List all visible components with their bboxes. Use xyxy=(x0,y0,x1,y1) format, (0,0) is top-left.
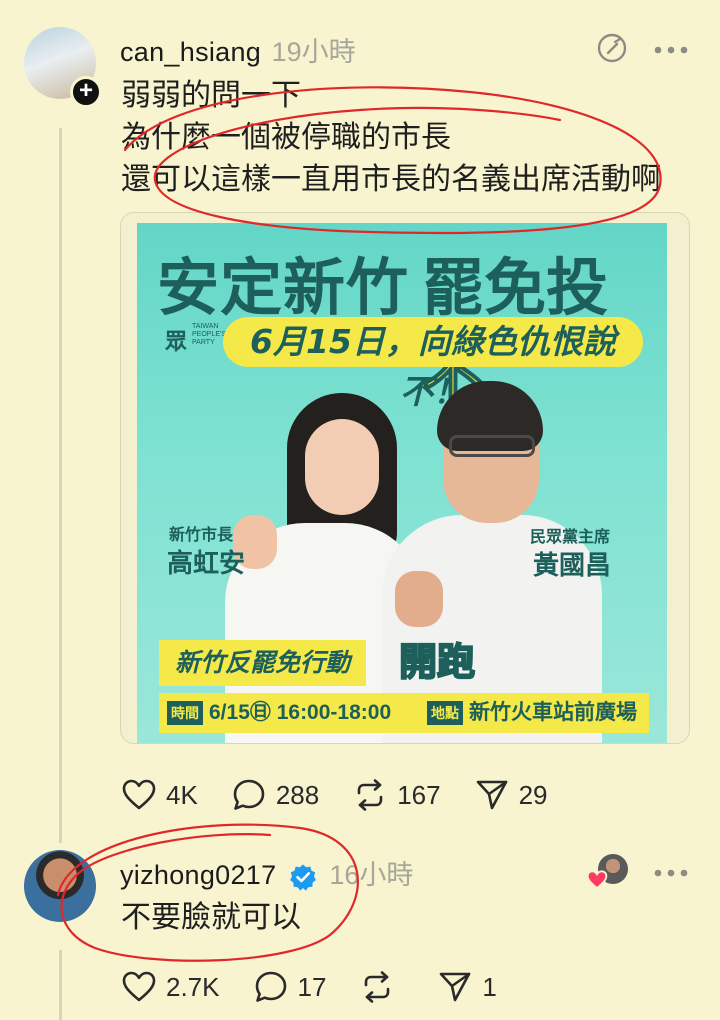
person-left-face xyxy=(305,419,379,515)
heart-icon xyxy=(122,779,156,810)
reply-avatar[interactable] xyxy=(24,850,96,922)
post-image[interactable]: 安定新竹 罷免投不 眾 TAIWAN PEOPLE'S PARTY 6月15日，… xyxy=(120,212,690,744)
post-text-line: 弱弱的問一下 xyxy=(121,79,301,112)
reply-share-button[interactable]: 1 xyxy=(438,970,497,1004)
comment-count: 288 xyxy=(275,779,320,810)
share-icon xyxy=(476,780,507,810)
event-info-bar: 時間 6/15㊐ 16:00-18:00 地點 新竹火車站前廣場 xyxy=(159,693,649,733)
repost-button[interactable]: 167 xyxy=(353,778,441,812)
campaign-poster: 安定新竹 罷免投不 眾 TAIWAN PEOPLE'S PARTY 6月15日，… xyxy=(137,223,667,743)
post-actions: 4K 288 167 29 xyxy=(122,778,582,812)
liked-heart-icon xyxy=(586,870,608,895)
reply-comment-button[interactable]: 17 xyxy=(254,970,327,1004)
verified-badge-icon xyxy=(289,863,317,896)
reply-like-button[interactable]: 2.7K xyxy=(122,971,220,1003)
reply-actions: 2.7K 17 1 xyxy=(122,970,531,1004)
left-name: 高虹安 xyxy=(167,548,246,578)
repost-icon xyxy=(357,779,383,811)
comment-button[interactable]: 288 xyxy=(232,778,319,812)
reply-comment-count: 17 xyxy=(297,971,327,1002)
person-right-fist xyxy=(395,571,443,627)
thread-line xyxy=(59,950,62,1020)
reply-like-count: 2.7K xyxy=(166,971,220,1002)
time-tag: 時間 xyxy=(167,701,203,725)
thread-line xyxy=(59,128,62,843)
post-header: can_hsiang 19小時 xyxy=(120,30,356,69)
share-count: 29 xyxy=(518,779,548,810)
event-time: 6/15㊐ 16:00-18:00 xyxy=(209,701,392,724)
party-logo: 眾 xyxy=(165,329,188,354)
like-button[interactable]: 4K xyxy=(122,779,198,811)
heart-icon xyxy=(122,971,156,1002)
right-role: 民眾黨主席 xyxy=(530,529,611,546)
share-button[interactable]: 29 xyxy=(475,778,548,812)
post-text: 弱弱的問一下 為什麼一個被停職的市長 還可以這樣一直用市長的名義出席活動啊 xyxy=(121,75,661,201)
post-time: 19小時 xyxy=(271,37,356,67)
reply-time: 16小時 xyxy=(329,860,414,890)
right-name: 黃國昌 xyxy=(533,550,612,580)
comment-icon xyxy=(255,971,286,1002)
reply-text: 不要臉就可以 xyxy=(121,901,301,934)
place-tag: 地點 xyxy=(427,701,463,725)
poster-subtitle: 6月15日，向綠色仇恨說不！ xyxy=(223,317,643,411)
person-right-glasses xyxy=(449,435,535,457)
left-role: 新竹市長 xyxy=(169,527,234,544)
poster-title-left: 安定新竹 xyxy=(157,251,410,324)
reply-more-icon[interactable] xyxy=(654,865,688,883)
username[interactable]: can_hsiang xyxy=(120,37,261,67)
more-icon[interactable] xyxy=(654,42,688,60)
reply-username[interactable]: yizhong0217 xyxy=(120,860,276,890)
post-text-line: 為什麼一個被停職的市長 xyxy=(121,121,451,154)
repost-icon xyxy=(365,971,390,1003)
post-text-line: 還可以這樣一直用市長的名義出席活動啊 xyxy=(121,163,661,196)
follow-plus-icon[interactable]: + xyxy=(70,76,102,108)
reply-header: yizhong0217 16小時 xyxy=(120,853,413,896)
campaign-start: 開跑 xyxy=(398,639,476,685)
party-logo-text: TAIWAN PEOPLE'S PARTY xyxy=(192,323,227,346)
repost-count: 167 xyxy=(397,779,441,810)
reply-share-count: 1 xyxy=(482,971,497,1002)
reply-repost-button[interactable] xyxy=(360,970,404,1004)
campaign-name: 新竹反罷免行動 xyxy=(159,640,367,686)
like-count: 4K xyxy=(166,779,198,810)
comment-icon xyxy=(233,779,265,810)
share-icon xyxy=(440,972,471,1002)
edit-icon[interactable] xyxy=(596,32,628,69)
event-place: 新竹火車站前廣場 xyxy=(469,701,637,724)
